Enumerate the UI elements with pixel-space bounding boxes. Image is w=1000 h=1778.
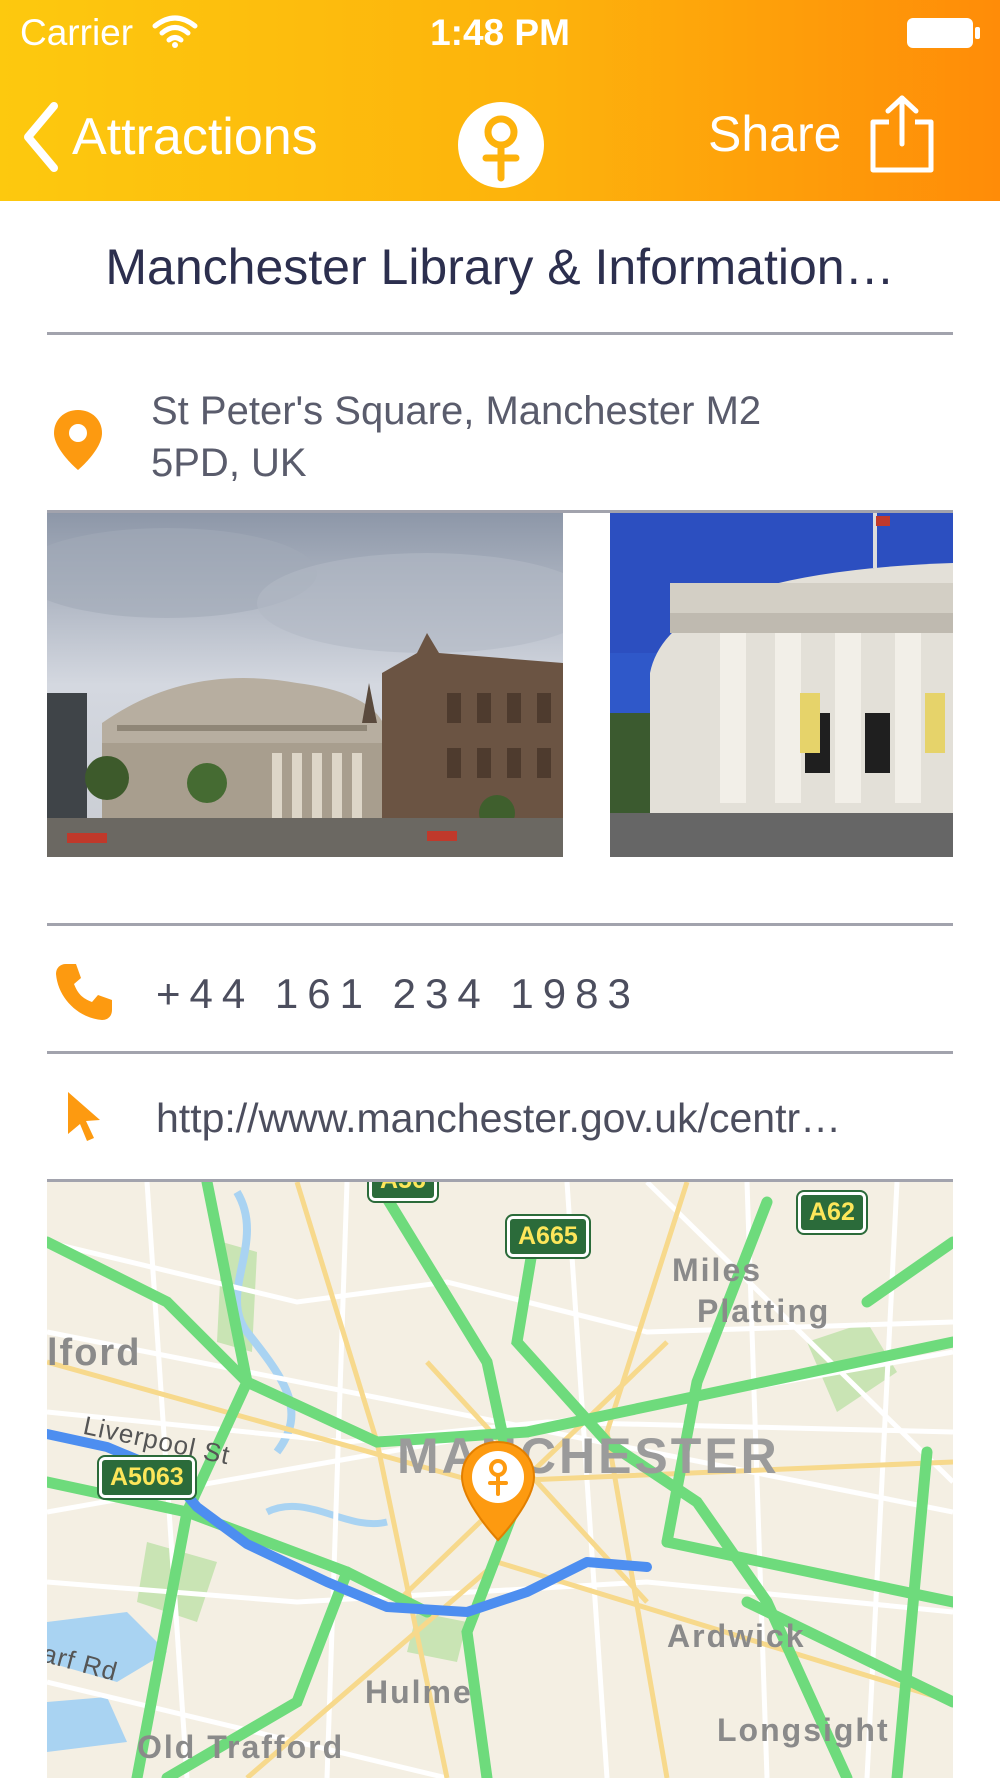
address-line-1: St Peter's Square, Manchester M2 (151, 389, 762, 433)
map-area-label: Miles (672, 1252, 763, 1288)
map-area-label: Longsight (717, 1712, 890, 1748)
clock: 1:48 PM (430, 12, 570, 53)
road-shield: A5063 (99, 1457, 195, 1498)
status-bar: Carrier 1:48 PM (0, 0, 1000, 66)
address-line-2: 5PD, UK (151, 441, 307, 485)
address-text[interactable]: St Peter's Square, Manchester M2 5PD, UK (151, 385, 851, 489)
header-bar: Carrier 1:48 PM Attractions Share (0, 0, 1000, 201)
attraction-photo-1[interactable] (47, 513, 563, 857)
share-button[interactable]: Share (708, 94, 937, 174)
pointer-icon (68, 1092, 100, 1141)
attraction-photo-2[interactable] (610, 513, 953, 857)
road-shield: A665 (507, 1216, 589, 1257)
divider (47, 332, 953, 335)
map-area-label: Hulme (365, 1674, 473, 1710)
map-pin-icon[interactable] (459, 1440, 537, 1542)
map-area-label: Ardwick (667, 1618, 806, 1654)
map-area-label: Platting (697, 1293, 831, 1329)
battery-icon (907, 18, 980, 48)
phone-icon (56, 964, 112, 1020)
road-shield: A56 (369, 1182, 437, 1201)
road-shield: A62 (798, 1192, 866, 1233)
divider (47, 1051, 953, 1054)
website-link[interactable]: http://www.manchester.gov.uk/centr… (156, 1095, 926, 1142)
navigation-bar: Attractions Share (0, 80, 1000, 190)
share-label: Share (708, 106, 842, 162)
map-city-label: MANCHESTER (397, 1428, 780, 1484)
share-icon (870, 95, 934, 173)
map-area-label: Old Trafford (137, 1729, 345, 1765)
app-logo-icon (482, 115, 520, 182)
location-pin-icon (54, 410, 102, 470)
divider (47, 923, 953, 926)
phone-number[interactable]: +44 161 234 1983 (156, 970, 640, 1018)
app-logo (458, 102, 544, 188)
map-area-label: lford (47, 1332, 142, 1374)
chevron-left-icon (24, 102, 58, 172)
back-button[interactable]: Attractions (22, 102, 318, 172)
location-map[interactable]: lford Miles Platting MANCHESTER Ardwick … (47, 1182, 953, 1778)
attraction-title: Manchester Library & Information… (105, 239, 895, 295)
back-label: Attractions (72, 108, 318, 166)
